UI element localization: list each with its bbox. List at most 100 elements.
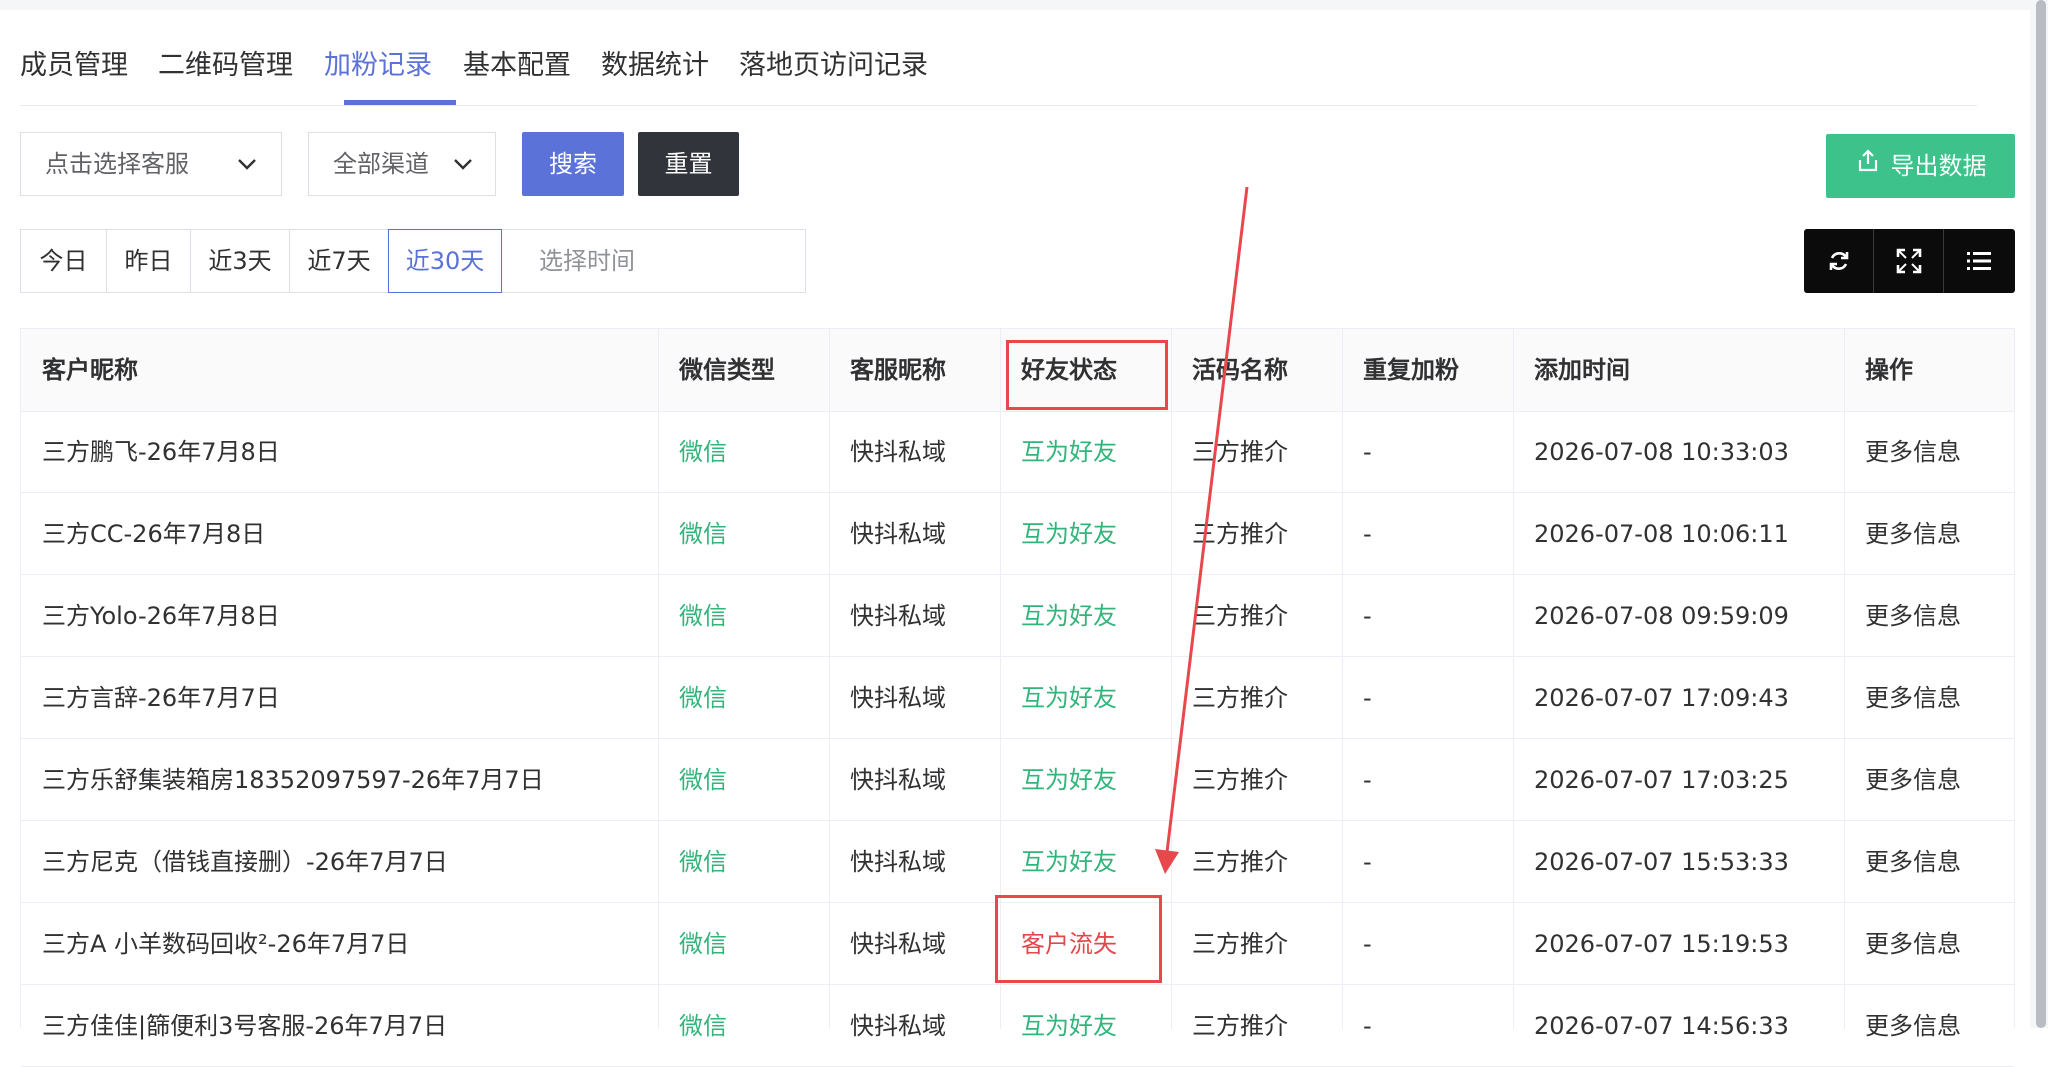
cell-live-code-name: 三方推介: [1192, 766, 1288, 794]
cell-customer-nickname: 三方鹏飞-26年7月8日: [42, 438, 280, 466]
annotation-highlight-lost-status: [995, 895, 1162, 983]
more-info-link[interactable]: 更多信息: [1844, 493, 2016, 575]
more-info-link[interactable]: 更多信息: [1844, 657, 2016, 739]
cell-add-time: 2026-07-08 10:06:11: [1534, 520, 1789, 548]
cell-customer-nickname: 三方言辞-26年7月7日: [42, 684, 280, 712]
more-info-link[interactable]: 更多信息: [1844, 821, 2016, 903]
annotation-highlight-header: [1006, 340, 1168, 410]
table-row: 三方尼克（借钱直接删）-26年7月7日 微信 快抖私域 互为好友 三方推介 - …: [21, 821, 2014, 903]
table-toolbar: [1804, 229, 2015, 293]
table-row: 三方言辞-26年7月7日 微信 快抖私域 互为好友 三方推介 - 2026-07…: [21, 657, 2014, 739]
cell-service-nickname: 快抖私域: [850, 1012, 946, 1040]
cell-friend-status: 互为好友: [1021, 602, 1117, 630]
cell-customer-nickname: 三方CC-26年7月8日: [42, 520, 266, 548]
vertical-scrollbar[interactable]: [2036, 0, 2046, 1028]
date-last-30-days[interactable]: 近30天: [388, 229, 502, 293]
cell-live-code-name: 三方推介: [1192, 930, 1288, 958]
cell-wechat-type: 微信: [679, 848, 727, 876]
service-select-value: 点击选择客服: [45, 150, 189, 178]
more-info-link[interactable]: 更多信息: [1844, 985, 2016, 1067]
scrollbar-thumb[interactable]: [2036, 0, 2046, 1028]
cell-repeat-add: -: [1363, 1012, 1372, 1040]
top-strip: [0, 0, 2048, 10]
tab-member-management[interactable]: 成员管理: [20, 10, 128, 105]
date-today[interactable]: 今日: [21, 230, 107, 292]
tab-basic-config[interactable]: 基本配置: [463, 10, 571, 105]
header-actions: 操作: [1865, 356, 1913, 384]
more-info-link[interactable]: 更多信息: [1844, 575, 2016, 657]
cell-friend-status: 互为好友: [1021, 684, 1117, 712]
cell-repeat-add: -: [1363, 930, 1372, 958]
cell-repeat-add: -: [1363, 602, 1372, 630]
search-button[interactable]: 搜索: [522, 132, 624, 196]
cell-wechat-type: 微信: [679, 520, 727, 548]
refresh-icon[interactable]: [1804, 229, 1874, 293]
cell-friend-status: 互为好友: [1021, 1012, 1117, 1040]
table-row: 三方鹏飞-26年7月8日 微信 快抖私域 互为好友 三方推介 - 2026-07…: [21, 411, 2014, 493]
table-row: 三方佳佳|篩便利3号客服-26年7月7日 微信 快抖私域 互为好友 三方推介 -…: [21, 985, 2014, 1067]
cell-friend-status: 互为好友: [1021, 438, 1117, 466]
cell-live-code-name: 三方推介: [1192, 438, 1288, 466]
chevron-down-icon: [237, 133, 259, 195]
cell-service-nickname: 快抖私域: [850, 520, 946, 548]
export-icon: [1855, 134, 1881, 198]
tab-landing-visit-records[interactable]: 落地页访问记录: [739, 10, 928, 105]
cell-live-code-name: 三方推介: [1192, 1012, 1288, 1040]
cell-friend-status: 互为好友: [1021, 766, 1117, 794]
cell-repeat-add: -: [1363, 766, 1372, 794]
cell-add-time: 2026-07-07 17:09:43: [1534, 684, 1789, 712]
date-last-3-days[interactable]: 近3天: [191, 230, 290, 292]
cell-repeat-add: -: [1363, 520, 1372, 548]
export-label: 导出数据: [1890, 152, 1987, 180]
more-info-link[interactable]: 更多信息: [1844, 411, 2016, 493]
channel-select-value: 全部渠道: [333, 150, 429, 178]
tab-bar: 成员管理 二维码管理 加粉记录 基本配置 数据统计 落地页访问记录: [20, 10, 1977, 106]
cell-add-time: 2026-07-08 09:59:09: [1534, 602, 1789, 630]
tab-qrcode-management[interactable]: 二维码管理: [158, 10, 293, 105]
cell-service-nickname: 快抖私域: [850, 438, 946, 466]
cell-wechat-type: 微信: [679, 930, 727, 958]
cell-repeat-add: -: [1363, 684, 1372, 712]
column-list-icon[interactable]: [1944, 229, 2014, 293]
export-data-button[interactable]: 导出数据: [1826, 134, 2015, 198]
channel-select[interactable]: 全部渠道: [308, 132, 496, 196]
chevron-down-icon: [453, 133, 475, 195]
date-yesterday[interactable]: 昨日: [107, 230, 191, 292]
cell-service-nickname: 快抖私域: [850, 684, 946, 712]
fullscreen-icon[interactable]: [1874, 229, 1944, 293]
cell-service-nickname: 快抖私域: [850, 848, 946, 876]
cell-repeat-add: -: [1363, 438, 1372, 466]
cell-wechat-type: 微信: [679, 1012, 727, 1040]
date-last-7-days[interactable]: 近7天: [290, 230, 389, 292]
table-row: 三方Yolo-26年7月8日 微信 快抖私域 互为好友 三方推介 - 2026-…: [21, 575, 2014, 657]
cell-customer-nickname: 三方A 小羊数码回收²-26年7月7日: [42, 930, 410, 958]
cell-add-time: 2026-07-08 10:33:03: [1534, 438, 1789, 466]
table-row: 三方乐舒集装箱房18352097597-26年7月7日 微信 快抖私域 互为好友…: [21, 739, 2014, 821]
tab-data-statistics[interactable]: 数据统计: [601, 10, 709, 105]
header-add-time: 添加时间: [1534, 356, 1630, 384]
cell-customer-nickname: 三方佳佳|篩便利3号客服-26年7月7日: [42, 1012, 448, 1040]
cell-friend-status: 互为好友: [1021, 520, 1117, 548]
cell-customer-nickname: 三方乐舒集装箱房18352097597-26年7月7日: [42, 766, 544, 794]
active-tab-underline: [344, 100, 456, 105]
cell-live-code-name: 三方推介: [1192, 602, 1288, 630]
cell-add-time: 2026-07-07 15:19:53: [1534, 930, 1789, 958]
header-wechat-type: 微信类型: [679, 356, 775, 384]
cell-wechat-type: 微信: [679, 684, 727, 712]
cell-customer-nickname: 三方尼克（借钱直接删）-26年7月7日: [42, 848, 448, 876]
cell-wechat-type: 微信: [679, 766, 727, 794]
header-live-code-name: 活码名称: [1192, 356, 1288, 384]
tab-add-fans-records[interactable]: 加粉记录: [324, 10, 432, 105]
more-info-link[interactable]: 更多信息: [1844, 903, 2016, 985]
service-select[interactable]: 点击选择客服: [20, 132, 282, 196]
more-info-link[interactable]: 更多信息: [1844, 739, 2016, 821]
cell-wechat-type: 微信: [679, 602, 727, 630]
cell-service-nickname: 快抖私域: [850, 602, 946, 630]
reset-button[interactable]: 重置: [638, 132, 739, 196]
date-time-input[interactable]: 选择时间: [521, 230, 799, 292]
cell-repeat-add: -: [1363, 848, 1372, 876]
cell-add-time: 2026-07-07 14:56:33: [1534, 1012, 1789, 1040]
date-range-picker: 今日 昨日 近3天 近7天 近30天 选择时间: [20, 229, 806, 293]
cell-customer-nickname: 三方Yolo-26年7月8日: [42, 602, 280, 630]
cell-live-code-name: 三方推介: [1192, 848, 1288, 876]
